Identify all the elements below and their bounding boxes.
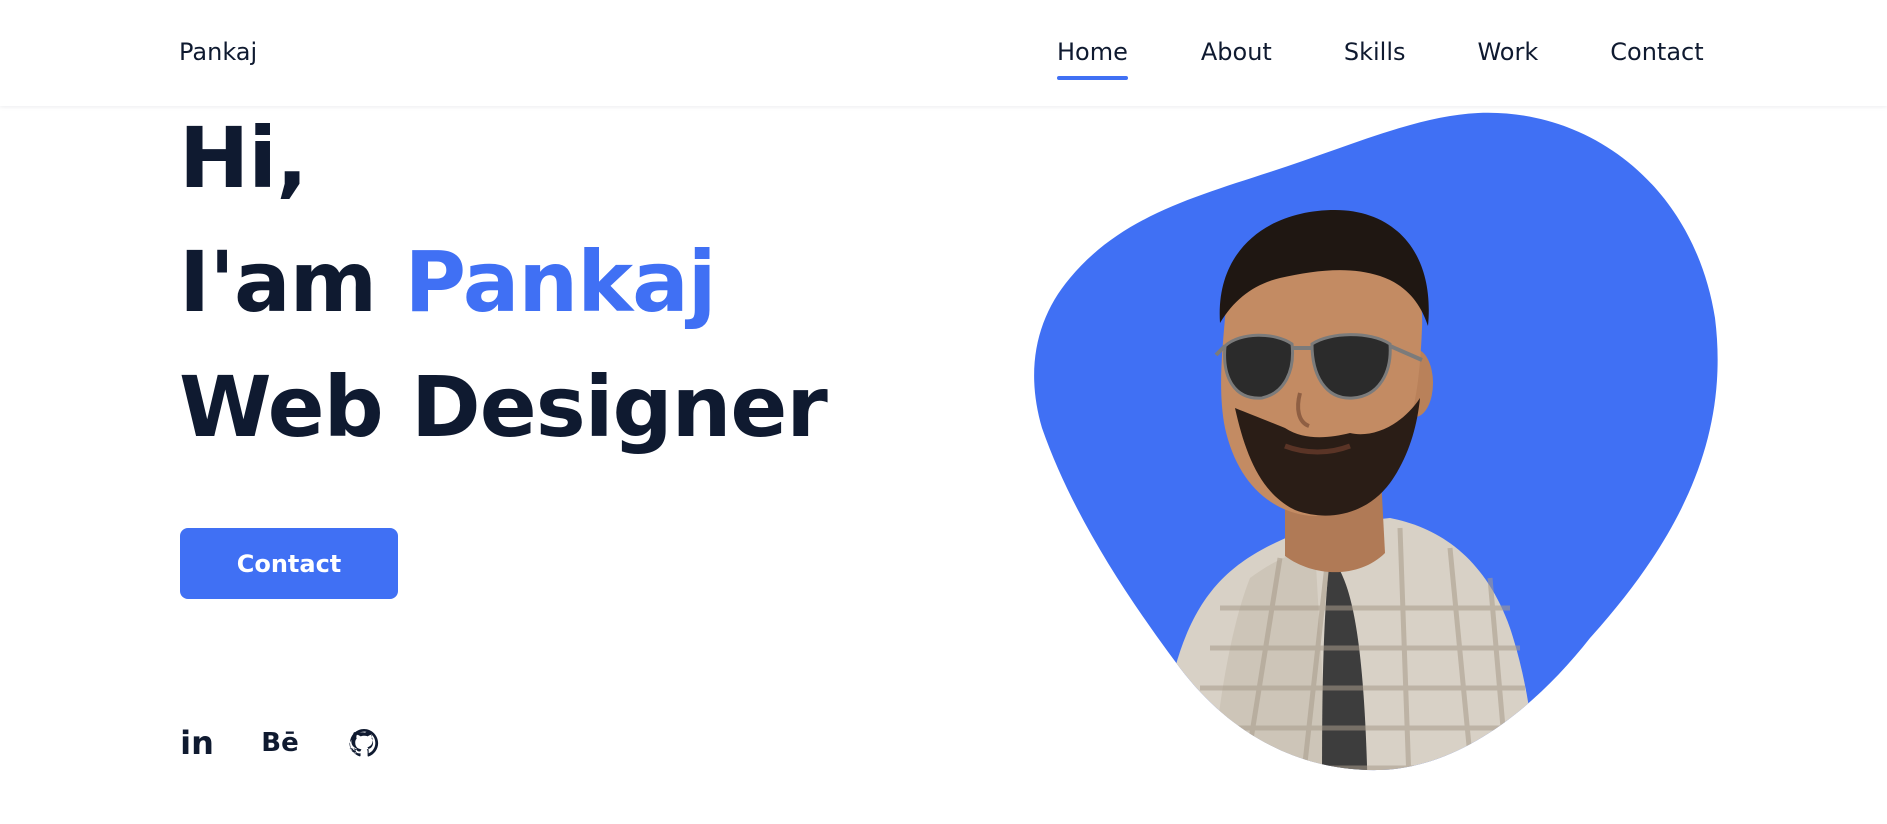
nav-contact-label: Contact — [1610, 38, 1704, 66]
nav-about-label: About — [1200, 38, 1272, 66]
nav-contact[interactable]: Contact — [1610, 38, 1703, 66]
hero-greeting: Hi, — [179, 109, 308, 207]
nav-home[interactable]: Home — [1057, 38, 1128, 80]
portrait-illustration — [1034, 112, 1718, 771]
nav-about[interactable]: About — [1201, 38, 1272, 66]
nav-skills-label: Skills — [1343, 38, 1406, 66]
hero-intro-prefix: I'am — [179, 233, 405, 331]
linkedin-icon[interactable]: in — [180, 724, 214, 762]
behance-icon[interactable]: Bē — [261, 725, 298, 761]
nav-skills[interactable]: Skills — [1344, 38, 1406, 66]
portrait — [1030, 108, 1750, 788]
nav-home-label: Home — [1057, 38, 1128, 66]
logo[interactable]: Pankaj — [179, 38, 257, 66]
social-links: in Bē — [180, 724, 382, 762]
site-header: Pankaj Home About Skills Work Contact — [0, 0, 1887, 106]
hero-name: Pankaj — [404, 233, 716, 331]
active-nav-indicator — [1057, 76, 1128, 80]
hero-intro: I'am Pankaj — [179, 240, 717, 324]
main-nav: Home About Skills Work Contact — [1057, 38, 1704, 80]
nav-work-label: Work — [1477, 38, 1539, 66]
hero-role: Web Designer — [179, 358, 828, 456]
nav-work[interactable]: Work — [1477, 38, 1538, 66]
github-icon[interactable] — [346, 725, 382, 761]
contact-button[interactable]: Contact — [180, 528, 398, 599]
